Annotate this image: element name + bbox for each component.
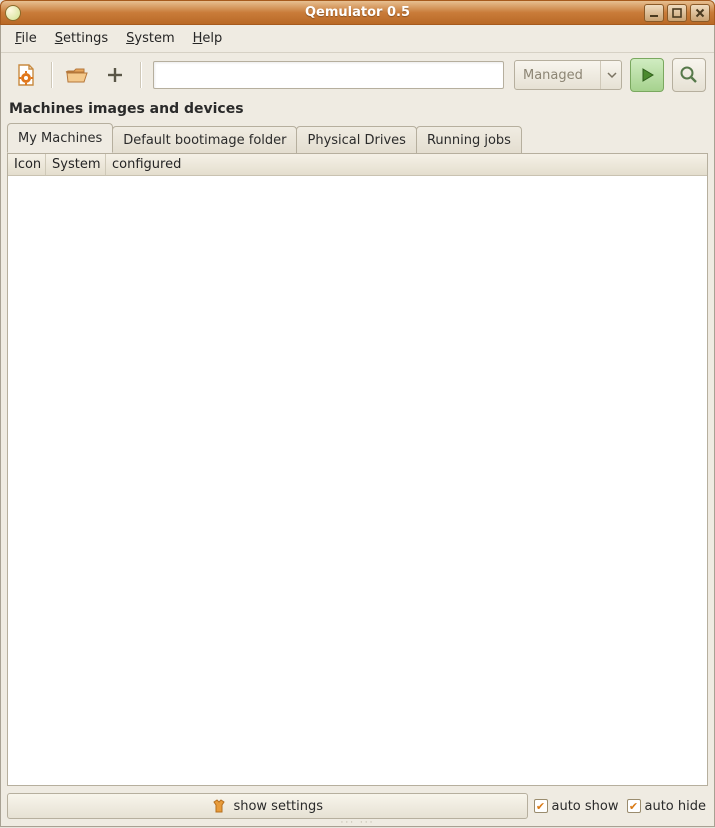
maximize-icon [671, 7, 683, 19]
minimize-button[interactable] [644, 4, 664, 22]
shirt-icon [211, 798, 227, 814]
tab-physical-drives[interactable]: Physical Drives [296, 126, 416, 154]
menu-settings[interactable]: Settings [47, 28, 116, 49]
window-title: Qemulator 0.5 [305, 5, 410, 20]
tabbar: My Machines Default bootimage folder Phy… [1, 123, 714, 153]
managed-dropdown[interactable]: Managed [514, 60, 622, 90]
tab-default-bootimage[interactable]: Default bootimage folder [112, 126, 297, 154]
auto-show-checkbox[interactable]: auto show [532, 793, 621, 819]
menubar: File Settings System Help [1, 25, 714, 53]
auto-hide-checkbox[interactable]: auto hide [625, 793, 709, 819]
column-header-icon[interactable]: Icon [8, 154, 46, 175]
menu-file[interactable]: File [7, 28, 45, 49]
add-button[interactable] [98, 58, 132, 92]
checkbox-icon [627, 799, 641, 813]
chevron-down-icon [600, 61, 617, 89]
resize-grip[interactable]: ··· ··· [1, 820, 714, 826]
menu-help[interactable]: Help [185, 28, 231, 49]
tab-running-jobs[interactable]: Running jobs [416, 126, 522, 154]
tab-label: Default bootimage folder [123, 133, 286, 148]
table-panel: Icon System configured [7, 153, 708, 786]
run-button[interactable] [630, 58, 664, 92]
magnifier-icon [679, 65, 699, 85]
auto-show-label: auto show [552, 799, 619, 814]
tab-label: My Machines [18, 131, 102, 146]
search-input[interactable] [153, 61, 504, 89]
auto-hide-label: auto hide [645, 799, 707, 814]
close-button[interactable] [690, 4, 710, 22]
table-body[interactable] [8, 176, 707, 785]
table-header: Icon System configured [8, 154, 707, 176]
folder-open-icon [65, 63, 89, 87]
plus-icon [105, 65, 125, 85]
minimize-icon [648, 7, 660, 19]
checkbox-icon [534, 799, 548, 813]
maximize-button[interactable] [667, 4, 687, 22]
toolbar-separator [140, 62, 141, 88]
show-settings-button[interactable]: show settings [7, 793, 528, 819]
show-settings-label: show settings [233, 799, 323, 814]
window-controls [644, 4, 710, 22]
document-gear-icon [13, 62, 39, 88]
section-heading: Machines images and devices [1, 97, 714, 121]
toolbar: Managed [1, 53, 714, 97]
tab-my-machines[interactable]: My Machines [7, 123, 113, 153]
window-body: File Settings System Help [0, 25, 715, 827]
tab-label: Running jobs [427, 133, 511, 148]
bottombar: show settings auto show auto hide [1, 790, 714, 820]
dropdown-label: Managed [523, 68, 583, 83]
toolbar-separator [51, 62, 52, 88]
app-icon [5, 5, 21, 21]
tab-label: Physical Drives [307, 133, 405, 148]
new-machine-button[interactable] [9, 58, 43, 92]
play-icon [638, 66, 656, 84]
open-folder-button[interactable] [60, 58, 94, 92]
column-header-system[interactable]: System [46, 154, 106, 175]
titlebar: Qemulator 0.5 [0, 0, 715, 25]
menu-system[interactable]: System [118, 28, 183, 49]
search-button[interactable] [672, 58, 706, 92]
column-header-configured[interactable]: configured [106, 154, 707, 175]
close-icon [694, 7, 706, 19]
